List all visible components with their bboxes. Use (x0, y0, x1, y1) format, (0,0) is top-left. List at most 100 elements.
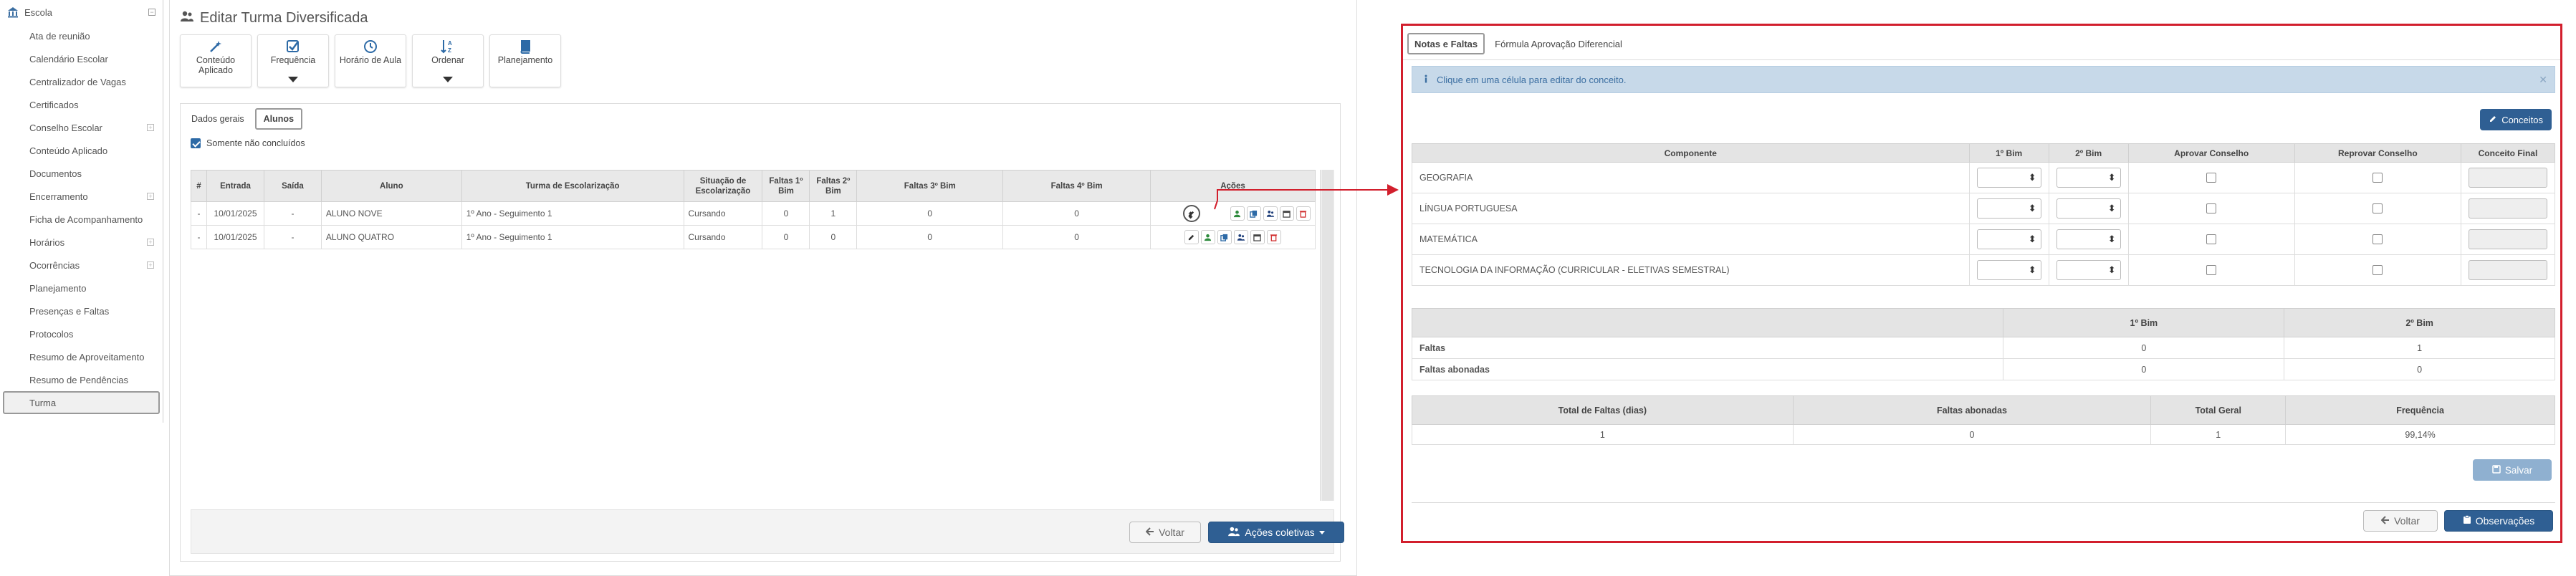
trash-action-button[interactable] (1296, 206, 1311, 221)
grade-row: LÍNGUA PORTUGUESA (1412, 193, 2556, 224)
voltar-button[interactable]: Voltar (2363, 510, 2438, 532)
voltar-button[interactable]: Voltar (1129, 522, 1201, 543)
collapse-icon[interactable]: − (148, 9, 155, 16)
expand-icon[interactable]: + (147, 261, 154, 269)
col-saida[interactable]: Saída (263, 170, 322, 202)
sidebar-item-horarios[interactable]: Horários + (0, 231, 163, 254)
col-turma[interactable]: Turma de Escolarização (461, 170, 684, 202)
1-bim-select[interactable] (1976, 229, 2041, 249)
sidebar-item-ficha-de-acompanhamento[interactable]: Ficha de Acompanhamento (0, 208, 163, 231)
col-entrada[interactable]: Entrada (206, 170, 264, 202)
2-bim-select[interactable] (2056, 198, 2121, 219)
aprovar-conselho-checkbox[interactable] (2206, 203, 2217, 213)
1-bim-select[interactable] (1976, 260, 2041, 280)
users-action-button[interactable] (1263, 206, 1278, 221)
1-bim-select[interactable] (1976, 168, 2041, 188)
copy-action-button[interactable] (1217, 230, 1232, 244)
reprovar-conselho-checkbox[interactable] (2372, 203, 2383, 213)
conceitos-button[interactable]: Conceitos (2480, 109, 2552, 130)
2-bim-select[interactable] (2056, 168, 2121, 188)
somente-nao-concluidos-checkbox[interactable] (191, 138, 201, 148)
sidebar-item-ata-de-reuniao[interactable]: Ata de reunião (0, 24, 163, 47)
sidebar-item-conselho-escolar[interactable]: Conselho Escolar + (0, 116, 163, 139)
aprovar-conselho-checkbox[interactable] (2206, 173, 2217, 183)
conteudo-aplicado-button[interactable]: Conteúdo Aplicado (180, 34, 252, 87)
sidebar-item-protocolos[interactable]: Protocolos (0, 322, 163, 345)
sidebar-item-encerramento[interactable]: Encerramento + (0, 185, 163, 208)
sidebar-item-resumo-de-pendencias[interactable]: Resumo de Pendências (0, 368, 163, 391)
col-faltas-1[interactable]: Faltas 1º Bim (762, 170, 810, 202)
table-row[interactable]: -10/01/2025- ALUNO NOVE 1º Ano - Seguiment… (191, 201, 1316, 226)
col-total-faltas: Total de Faltas (dias) (1412, 395, 1794, 425)
sidebar-item-planejamento[interactable]: Planejamento (0, 277, 163, 299)
tab-alunos[interactable]: Alunos (254, 108, 303, 130)
cell-acoes (1149, 225, 1316, 249)
toolbar: Conteúdo Aplicado Frequência Horário de … (180, 34, 561, 87)
frequencia-button[interactable]: Frequência (257, 34, 329, 87)
col-faltas-2[interactable]: Faltas 2º Bim (809, 170, 858, 202)
reprovar-conselho-checkbox[interactable] (2372, 173, 2383, 183)
sidebar-header-escola[interactable]: Escola − (0, 0, 163, 24)
svg-text:A: A (448, 40, 452, 47)
planejamento-button[interactable]: Planejamento (489, 34, 561, 87)
sidebar-item-turma[interactable]: Turma (3, 391, 160, 414)
pencil-action-button[interactable] (1184, 230, 1199, 244)
notas-faltas-panel: Notas e Faltas Fórmula Aprovação Diferen… (1401, 24, 2562, 543)
tab-notas-faltas[interactable]: Notas e Faltas (1407, 33, 1485, 54)
conceito-final-cell (2460, 193, 2556, 224)
col-conceito-final: Conceito Final (2460, 143, 2556, 163)
absences-header-row: 1º Bim 2º Bim (1411, 308, 2555, 337)
col-faltas-3[interactable]: Faltas 3º Bim (856, 170, 1004, 202)
somente-nao-concluidos-filter[interactable]: Somente não concluídos (191, 138, 305, 148)
reprovar-conselho-checkbox[interactable] (2372, 265, 2383, 275)
users-action-button[interactable] (1233, 230, 1248, 244)
1-bim-select[interactable] (1976, 198, 2041, 219)
col-faltas-4[interactable]: Faltas 4º Bim (1002, 170, 1151, 202)
close-icon[interactable]: ✕ (2539, 74, 2547, 86)
observacoes-button[interactable]: Observações (2444, 510, 2553, 532)
sidebar-item-ocorrencias[interactable]: Ocorrências + (0, 254, 163, 277)
edit-class-panel: Editar Turma Diversificada Conteúdo Apli… (169, 0, 1357, 576)
user-action-button[interactable] (1230, 206, 1245, 221)
scrollbar-thumb[interactable] (1322, 170, 1334, 501)
calendar-action-button[interactable] (1250, 230, 1265, 244)
acoes-coletivas-button[interactable]: Ações coletivas (1208, 522, 1344, 543)
sidebar-item-resumo-de-aproveitamento[interactable]: Resumo de Aproveitamento (0, 345, 163, 368)
col-num[interactable]: # (191, 170, 207, 202)
trash-action-button[interactable] (1266, 230, 1281, 244)
conteudo-aplicado-label: Conteúdo Aplicado (196, 55, 236, 75)
sidebar-item-certificados[interactable]: Certificados (0, 93, 163, 116)
ordenar-button[interactable]: AZ Ordenar (412, 34, 484, 87)
detail-footer: Voltar Observações (1412, 502, 2555, 537)
acoes-coletivas-label: Ações coletivas (1245, 527, 1315, 538)
voltar-label: Voltar (2394, 515, 2420, 527)
horario-aula-button[interactable]: Horário de Aula (335, 34, 406, 87)
pencil-action-button[interactable] (1182, 205, 1200, 222)
2-bim-select[interactable] (2056, 260, 2121, 280)
sidebar-item-calendario-escolar[interactable]: Calendário Escolar (0, 47, 163, 70)
expand-icon[interactable]: + (147, 193, 154, 200)
salvar-button[interactable]: Salvar (2473, 459, 2552, 481)
copy-action-button[interactable] (1246, 206, 1261, 221)
sidebar-item-conteudo-aplicado[interactable]: Conteúdo Aplicado (0, 139, 163, 162)
info-alert-text: Clique em uma célula para editar do conc… (1437, 74, 1627, 85)
2-bim-select[interactable] (2056, 229, 2121, 249)
tab-formula-aprovacao[interactable]: Fórmula Aprovação Diferencial (1489, 33, 1628, 54)
table-scrollbar[interactable] (1320, 170, 1334, 501)
cell-acoes (1149, 201, 1316, 226)
aprovar-conselho-checkbox[interactable] (2206, 265, 2217, 275)
sidebar-item-documentos[interactable]: Documentos (0, 162, 163, 185)
sidebar-item-centralizador-de-vagas[interactable]: Centralizador de Vagas (0, 70, 163, 93)
table-row[interactable]: -10/01/2025- ALUNO QUATRO 1º Ano - Seguime… (191, 225, 1316, 249)
calendar-action-button[interactable] (1279, 206, 1294, 221)
expand-icon[interactable]: + (147, 124, 154, 131)
expand-icon[interactable]: + (147, 239, 154, 246)
col-aprovar-conselho: Aprovar Conselho (2127, 143, 2295, 163)
reprovar-conselho-checkbox[interactable] (2372, 234, 2383, 244)
aprovar-conselho-checkbox[interactable] (2206, 234, 2217, 244)
col-aluno[interactable]: Aluno (320, 170, 462, 202)
tab-dados-gerais[interactable]: Dados gerais (183, 108, 252, 130)
sidebar-item-presencas-e-faltas[interactable]: Presenças e Faltas (0, 299, 163, 322)
user-action-button[interactable] (1200, 230, 1215, 244)
col-situacao[interactable]: Situação de Escolarização (683, 170, 763, 202)
